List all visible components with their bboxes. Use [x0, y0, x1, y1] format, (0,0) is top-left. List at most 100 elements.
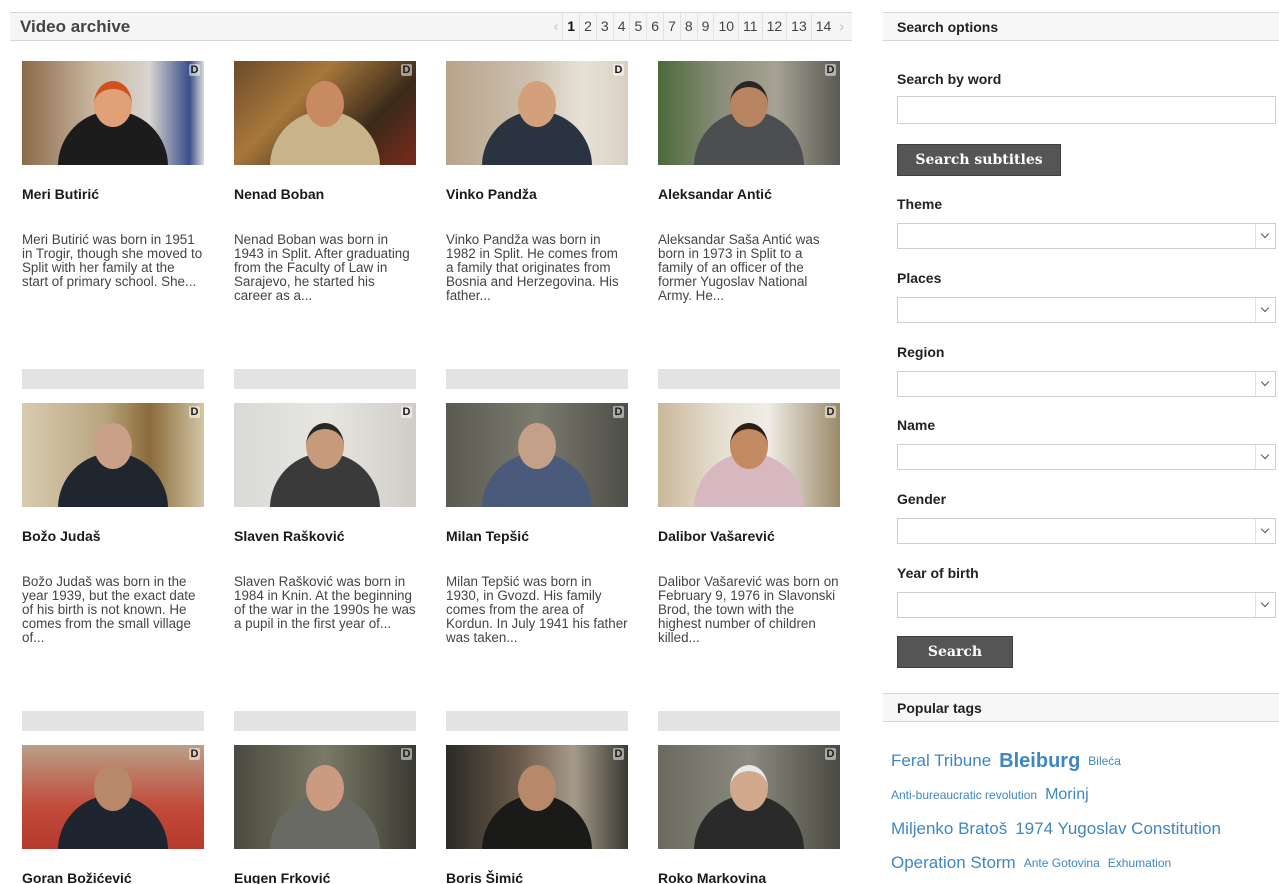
- pager-page-13[interactable]: 13: [786, 13, 811, 40]
- tag-link[interactable]: Morinj: [1045, 786, 1089, 804]
- archive-logo-icon: D: [401, 748, 412, 760]
- pager-page-10[interactable]: 10: [713, 13, 738, 40]
- card-separator: [22, 711, 204, 731]
- card-description: Meri Butirić was born in 1951 in Trogir,…: [22, 232, 203, 289]
- theme-select[interactable]: [897, 223, 1276, 249]
- pager-page-6[interactable]: 6: [646, 13, 663, 40]
- card-title[interactable]: Milan Tepšić: [446, 528, 628, 548]
- card-description: Dalibor Vašarević was born on February 9…: [658, 574, 839, 645]
- video-card[interactable]: D Eugen Frković: [234, 745, 416, 884]
- video-thumbnail[interactable]: D: [234, 745, 416, 849]
- tag-link[interactable]: Miljenko Bratoš: [891, 819, 1007, 839]
- tag-link[interactable]: Anti-bureaucratic revolution: [891, 788, 1037, 802]
- video-card[interactable]: D Aleksandar Antić Aleksandar Saša Antić…: [658, 61, 840, 303]
- pager-page-14[interactable]: 14: [810, 13, 836, 40]
- chevron-down-icon[interactable]: [1255, 224, 1275, 248]
- pager-page-1[interactable]: 1: [562, 13, 579, 40]
- tag-link[interactable]: 1974 Yugoslav Constitution: [1015, 819, 1221, 839]
- card-description: Aleksandar Saša Antić was born in 1973 i…: [658, 232, 820, 303]
- chevron-down-icon[interactable]: [1255, 372, 1275, 396]
- card-title[interactable]: Božo Judaš: [22, 528, 204, 548]
- archive-logo-icon: D: [189, 64, 200, 76]
- tag-cloud: Feral Tribune Bleiburg Bileća Anti-burea…: [891, 744, 1276, 880]
- search-subtitles-button[interactable]: Search subtitles: [897, 144, 1061, 176]
- video-archive-section: Video archive ‹ 1 2 3 4 5 6 7 8 9 10 11 …: [10, 12, 852, 884]
- tag-link[interactable]: Bileća: [1088, 754, 1121, 768]
- tag-link[interactable]: Bleiburg: [999, 750, 1080, 773]
- video-thumbnail[interactable]: D: [22, 403, 204, 507]
- card-title[interactable]: Slaven Rašković: [234, 528, 416, 548]
- video-thumbnail[interactable]: D: [446, 61, 628, 165]
- video-thumbnail[interactable]: D: [234, 403, 416, 507]
- popular-tags-header: Popular tags: [883, 693, 1279, 722]
- pager-page-12[interactable]: 12: [761, 13, 787, 40]
- name-select[interactable]: [897, 444, 1276, 470]
- pager-page-2[interactable]: 2: [579, 13, 596, 40]
- card-title[interactable]: Nenad Boban: [234, 186, 416, 206]
- tag-link[interactable]: Ante Gotovina: [1024, 856, 1100, 870]
- search-by-word-label: Search by word: [897, 71, 1002, 87]
- chevron-down-icon[interactable]: [1255, 519, 1275, 543]
- card-title[interactable]: Dalibor Vašarević: [658, 528, 840, 548]
- video-card[interactable]: D Boris Šimić: [446, 745, 628, 884]
- video-thumbnail[interactable]: D: [658, 403, 840, 507]
- search-word-input[interactable]: [897, 96, 1276, 124]
- video-thumbnail[interactable]: D: [446, 403, 628, 507]
- video-card[interactable]: D Slaven Rašković Slaven Rašković was bo…: [234, 403, 416, 631]
- chevron-down-icon[interactable]: [1255, 593, 1275, 617]
- video-card[interactable]: D Meri Butirić Meri Butirić was born in …: [22, 61, 204, 289]
- video-card[interactable]: D Roko Markovina: [658, 745, 840, 884]
- video-card[interactable]: D Nenad Boban Nenad Boban was born in 19…: [234, 61, 416, 303]
- search-options-header: Search options: [883, 12, 1279, 41]
- card-title[interactable]: Roko Markovina: [658, 870, 840, 884]
- video-thumbnail[interactable]: D: [234, 61, 416, 165]
- video-card[interactable]: D Goran Božićević: [22, 745, 204, 884]
- video-thumbnail[interactable]: D: [446, 745, 628, 849]
- card-title[interactable]: Eugen Frković: [234, 870, 416, 884]
- archive-logo-icon: D: [825, 406, 836, 418]
- filter-label-theme: Theme: [897, 196, 943, 212]
- chevron-down-icon[interactable]: [1255, 445, 1275, 469]
- video-card[interactable]: D Dalibor Vašarević Dalibor Vašarević wa…: [658, 403, 840, 645]
- archive-logo-icon: D: [613, 64, 624, 76]
- card-title[interactable]: Vinko Pandža: [446, 186, 628, 206]
- video-thumbnail[interactable]: D: [658, 745, 840, 849]
- card-description: Nenad Boban was born in 1943 in Split. A…: [234, 232, 410, 303]
- video-thumbnail[interactable]: D: [22, 61, 204, 165]
- pager-page-11[interactable]: 11: [738, 13, 762, 40]
- region-select[interactable]: [897, 371, 1276, 397]
- pager-page-3[interactable]: 3: [595, 13, 613, 40]
- card-title[interactable]: Goran Božićević: [22, 870, 204, 884]
- tag-link[interactable]: Operation Storm: [891, 853, 1016, 873]
- card-separator: [234, 369, 416, 389]
- card-title[interactable]: Meri Butirić: [22, 186, 204, 206]
- search-button[interactable]: Search: [897, 636, 1013, 668]
- pager-page-5[interactable]: 5: [629, 13, 646, 40]
- pager-next-arrow-icon[interactable]: ›: [835, 13, 848, 40]
- video-card[interactable]: D Vinko Pandža Vinko Pandža was born in …: [446, 61, 628, 303]
- card-description: Božo Judaš was born in the year 1939, bu…: [22, 574, 196, 645]
- card-separator: [658, 369, 840, 389]
- card-title[interactable]: Boris Šimić: [446, 870, 628, 884]
- tag-link[interactable]: Feral Tribune: [891, 751, 991, 771]
- pager-prev-arrow-icon[interactable]: ‹: [550, 13, 563, 40]
- archive-title: Video archive: [20, 17, 131, 36]
- video-thumbnail[interactable]: D: [22, 745, 204, 849]
- card-description: Slaven Rašković was born in 1984 in Knin…: [234, 574, 416, 631]
- pager-page-9[interactable]: 9: [696, 13, 714, 40]
- tag-link[interactable]: Exhumation: [1108, 856, 1171, 870]
- year-of-birth-select[interactable]: [897, 592, 1276, 618]
- pager-page-4[interactable]: 4: [612, 13, 630, 40]
- gender-select[interactable]: [897, 518, 1276, 544]
- archive-logo-icon: D: [613, 406, 624, 418]
- card-description: Milan Tepšić was born in 1930, in Gvozd.…: [446, 574, 628, 645]
- pager-page-8[interactable]: 8: [679, 13, 697, 40]
- card-title[interactable]: Aleksandar Antić: [658, 186, 840, 206]
- archive-logo-icon: D: [189, 406, 200, 418]
- video-card[interactable]: D Božo Judaš Božo Judaš was born in the …: [22, 403, 204, 645]
- places-select[interactable]: [897, 297, 1276, 323]
- video-card[interactable]: D Milan Tepšić Milan Tepšić was born in …: [446, 403, 628, 645]
- chevron-down-icon[interactable]: [1255, 298, 1275, 322]
- video-thumbnail[interactable]: D: [658, 61, 840, 165]
- pager-page-7[interactable]: 7: [663, 13, 680, 40]
